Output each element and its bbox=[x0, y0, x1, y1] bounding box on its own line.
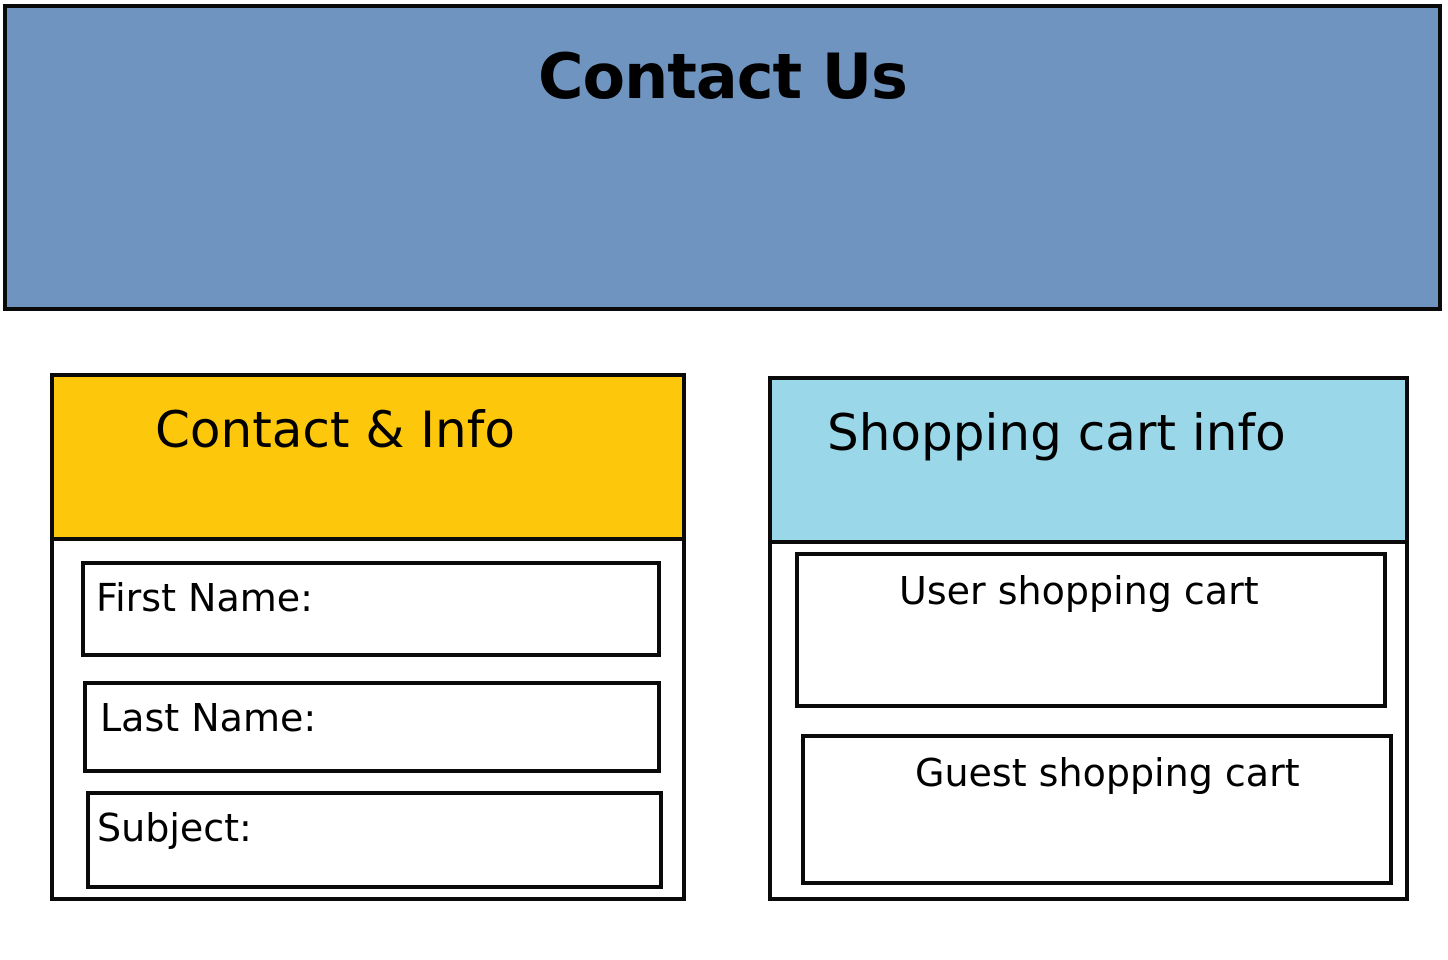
contact-info-panel: Contact & Info First Name: Last Name: Su… bbox=[50, 373, 686, 901]
subject-label: Subject: bbox=[97, 806, 252, 850]
contact-info-panel-header: Contact & Info bbox=[54, 377, 682, 541]
user-shopping-cart-box[interactable]: User shopping cart bbox=[795, 552, 1387, 708]
contact-us-header: Contact Us bbox=[3, 4, 1442, 311]
page-title: Contact Us bbox=[538, 40, 908, 113]
guest-shopping-cart-label: Guest shopping cart bbox=[915, 751, 1300, 795]
guest-shopping-cart-box[interactable]: Guest shopping cart bbox=[801, 734, 1393, 885]
last-name-field[interactable]: Last Name: bbox=[83, 681, 661, 773]
first-name-field[interactable]: First Name: bbox=[81, 561, 661, 657]
shopping-cart-panel-title: Shopping cart info bbox=[827, 404, 1286, 462]
contact-info-panel-title: Contact & Info bbox=[155, 401, 515, 459]
user-shopping-cart-label: User shopping cart bbox=[899, 569, 1259, 613]
shopping-cart-panel-header: Shopping cart info bbox=[772, 380, 1405, 544]
first-name-label: First Name: bbox=[96, 576, 313, 620]
subject-field[interactable]: Subject: bbox=[86, 791, 663, 889]
last-name-label: Last Name: bbox=[100, 696, 317, 740]
shopping-cart-panel: Shopping cart info User shopping cart Gu… bbox=[768, 376, 1409, 901]
